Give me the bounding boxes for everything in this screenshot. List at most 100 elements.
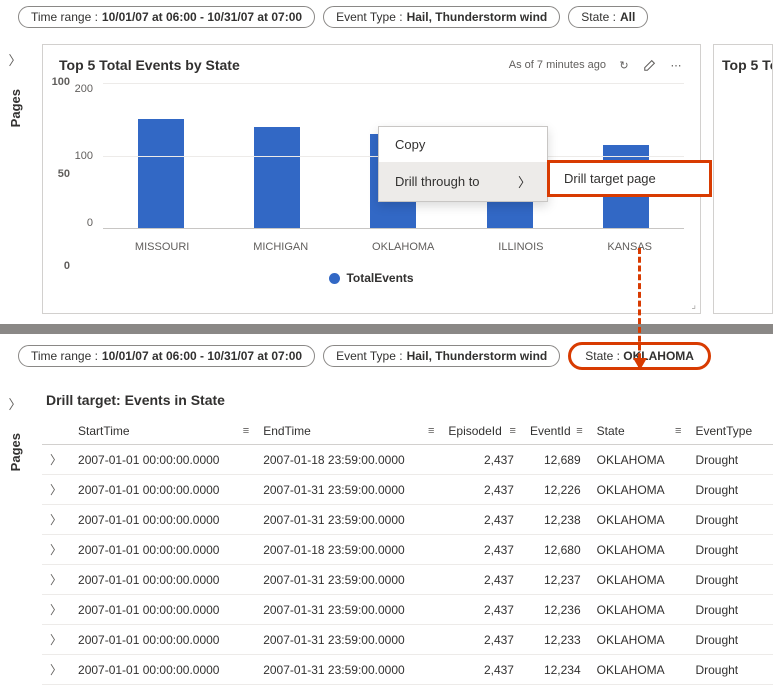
col-eventid[interactable]: EventId ≡	[522, 418, 589, 445]
cell-starttime: 2007-01-01 00:00:00.0000	[70, 505, 255, 535]
table-row[interactable]: 〉2007-01-01 00:00:00.00002007-01-31 23:5…	[42, 655, 773, 685]
table-row[interactable]: 〉2007-01-01 00:00:00.00002007-01-31 23:5…	[42, 625, 773, 655]
refresh-icon[interactable]: ↻	[616, 57, 632, 73]
table-header-row: StartTime≡ EndTime≡ EpisodeId≡ EventId≡ …	[42, 418, 773, 445]
cell-state: OKLAHOMA	[589, 535, 688, 565]
x-axis: MISSOURIMICHIGANOKLAHOMAILLINOISKANSAS	[103, 241, 684, 253]
table-row[interactable]: 〉2007-01-01 00:00:00.00002007-01-18 23:5…	[42, 445, 773, 475]
bar-michigan[interactable]	[254, 127, 300, 229]
col-starttime[interactable]: StartTime≡	[70, 418, 255, 445]
cell-eventtype: Drought	[687, 505, 773, 535]
cell-state: OKLAHOMA	[589, 595, 688, 625]
filter-event-type[interactable]: Event Type : Hail, Thunderstorm wind	[323, 6, 560, 28]
table-row[interactable]: 〉2007-01-01 00:00:00.00002007-01-31 23:5…	[42, 595, 773, 625]
cell-starttime: 2007-01-01 00:00:00.0000	[70, 535, 255, 565]
col-endtime[interactable]: EndTime ≡	[255, 418, 440, 445]
resize-handle-icon[interactable]: ⌟	[691, 300, 696, 311]
col-label: State	[597, 424, 625, 438]
pages-rail-top: 〉 Pages	[0, 34, 30, 127]
col-state[interactable]: State ≡	[589, 418, 688, 445]
chevron-right-icon[interactable]: 〉	[8, 50, 21, 69]
column-menu-icon[interactable]: ≡	[428, 425, 434, 437]
legend-dot-icon	[329, 273, 340, 284]
cell-eventid: 12,680	[522, 535, 589, 565]
chart-legend: TotalEvents	[59, 271, 684, 285]
col-label: EventId	[530, 424, 571, 438]
pages-label: Pages	[8, 89, 23, 127]
cell-endtime: 2007-01-31 23:59:00.0000	[255, 655, 440, 685]
cell-state: OKLAHOMA	[589, 625, 688, 655]
table-row[interactable]: 〉2007-01-01 00:00:00.00002007-01-18 23:5…	[42, 535, 773, 565]
col-eventtype[interactable]: EventType	[687, 418, 773, 445]
column-menu-icon[interactable]: ≡	[576, 425, 582, 437]
filter-time-range[interactable]: Time range : 10/01/07 at 06:00 - 10/31/0…	[18, 6, 315, 28]
expand-row-icon[interactable]: 〉	[42, 505, 70, 535]
column-menu-icon[interactable]: ≡	[243, 425, 249, 437]
cell-episodeid: 2,437	[440, 595, 522, 625]
chevron-right-icon: 〉	[518, 172, 531, 191]
cell-eventtype: Drought	[687, 535, 773, 565]
pages-rail-bottom: 〉 Pages	[0, 378, 30, 471]
cell-episodeid: 2,437	[440, 535, 522, 565]
col-episodeid[interactable]: EpisodeId≡	[440, 418, 522, 445]
expand-row-icon[interactable]: 〉	[42, 625, 70, 655]
column-menu-icon[interactable]: ≡	[675, 425, 681, 437]
ctx-item-drillthrough[interactable]: Drill through to 〉	[379, 162, 547, 201]
chart-card-side[interactable]: Top 5 Total 100 50 0	[713, 44, 773, 314]
col-label: EndTime	[263, 424, 311, 438]
cell-eventid: 12,226	[522, 475, 589, 505]
cell-starttime: 2007-01-01 00:00:00.0000	[70, 475, 255, 505]
expand-row-icon[interactable]: 〉	[42, 565, 70, 595]
cell-starttime: 2007-01-01 00:00:00.0000	[70, 655, 255, 685]
cell-eventid: 12,233	[522, 625, 589, 655]
column-menu-icon[interactable]: ≡	[510, 425, 516, 437]
card-title: Top 5 Total Events by State	[59, 57, 240, 73]
cell-eventtype: Drought	[687, 625, 773, 655]
filter-label: Event Type :	[336, 10, 403, 24]
table-title: Drill target: Events in State	[42, 386, 773, 418]
cell-state: OKLAHOMA	[589, 475, 688, 505]
cell-eventtype: Drought	[687, 655, 773, 685]
filter-bar-bottom: Time range : 10/01/07 at 06:00 - 10/31/0…	[0, 334, 773, 378]
chevron-right-icon[interactable]: 〉	[8, 394, 21, 413]
expand-row-icon[interactable]: 〉	[42, 475, 70, 505]
filter-label: State :	[581, 10, 616, 24]
pages-label: Pages	[8, 433, 23, 471]
cell-episodeid: 2,437	[440, 625, 522, 655]
cell-state: OKLAHOMA	[589, 505, 688, 535]
filter-value: 10/01/07 at 06:00 - 10/31/07 at 07:00	[102, 10, 302, 24]
filter-state[interactable]: State : All	[568, 6, 648, 28]
expand-row-icon[interactable]: 〉	[42, 655, 70, 685]
submenu-label: Drill target page	[564, 171, 656, 186]
cell-episodeid: 2,437	[440, 475, 522, 505]
events-table: StartTime≡ EndTime≡ EpisodeId≡ EventId≡ …	[42, 418, 773, 685]
table-row[interactable]: 〉2007-01-01 00:00:00.00002007-01-31 23:5…	[42, 475, 773, 505]
filter-time-range[interactable]: Time range : 10/01/07 at 06:00 - 10/31/0…	[18, 345, 315, 367]
annotation-arrow	[638, 248, 641, 368]
table-row[interactable]: 〉2007-01-01 00:00:00.00002007-01-31 23:5…	[42, 565, 773, 595]
cell-state: OKLAHOMA	[589, 655, 688, 685]
edit-icon[interactable]	[642, 57, 658, 73]
cell-episodeid: 2,437	[440, 445, 522, 475]
expand-row-icon[interactable]: 〉	[42, 595, 70, 625]
cell-state: OKLAHOMA	[589, 445, 688, 475]
cell-episodeid: 2,437	[440, 505, 522, 535]
table-row[interactable]: 〉2007-01-01 00:00:00.00002007-01-31 23:5…	[42, 505, 773, 535]
cell-state: OKLAHOMA	[589, 565, 688, 595]
expand-row-icon[interactable]: 〉	[42, 535, 70, 565]
x-tick: MICHIGAN	[253, 241, 308, 253]
cell-endtime: 2007-01-31 23:59:00.0000	[255, 595, 440, 625]
dashboard-panel-top: Top 5 Total Events by State As of 7 minu…	[34, 34, 773, 324]
ctx-item-copy[interactable]: Copy	[379, 127, 547, 162]
more-icon[interactable]: ⋯	[668, 57, 684, 73]
x-tick: KANSAS	[607, 241, 652, 253]
filter-event-type[interactable]: Event Type : Hail, Thunderstorm wind	[323, 345, 560, 367]
expand-row-icon[interactable]: 〉	[42, 445, 70, 475]
ctx-submenu-drill-target[interactable]: Drill target page	[547, 160, 712, 197]
ctx-label: Drill through to	[395, 174, 480, 189]
cell-endtime: 2007-01-31 23:59:00.0000	[255, 505, 440, 535]
bar-missouri[interactable]	[138, 119, 184, 228]
cell-eventid: 12,236	[522, 595, 589, 625]
cell-eventid: 12,689	[522, 445, 589, 475]
context-menu: Copy Drill through to 〉	[378, 126, 548, 202]
